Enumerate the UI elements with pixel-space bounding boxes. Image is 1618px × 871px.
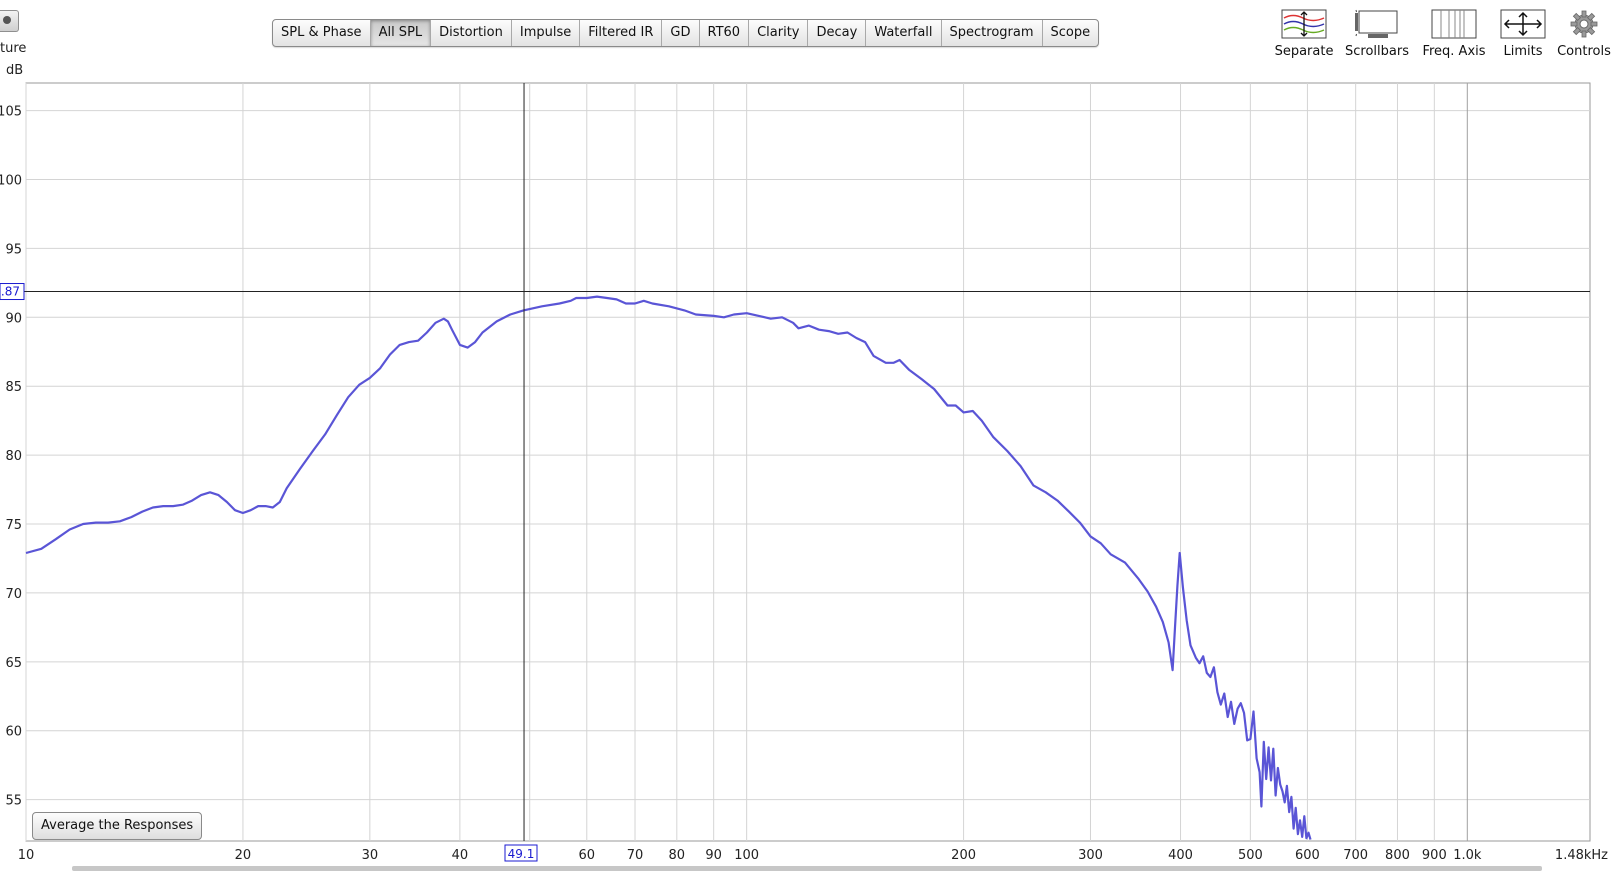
x-tick-label: 100: [734, 848, 759, 863]
y-tick-label: 95: [5, 242, 22, 257]
x-tick-label: 500: [1238, 848, 1263, 863]
x-tick-label: 900: [1422, 848, 1447, 863]
y-tick-label: 100: [0, 173, 22, 188]
y-tick-label: 85: [5, 380, 22, 395]
x-tick-label: 800: [1385, 848, 1410, 863]
x-tick-label: 30: [362, 848, 379, 863]
y-tick-label: 75: [5, 518, 22, 533]
y-tick-label: 60: [5, 725, 22, 740]
horizontal-scrollbar[interactable]: [72, 866, 1542, 871]
y-tick-label: 80: [5, 449, 22, 464]
y-tick-label: 90: [5, 311, 22, 326]
x-tick-label: 600: [1295, 848, 1320, 863]
y-tick-labels: 55 60 65 70 75 80 85 90 95 100 105: [0, 105, 22, 809]
x-tick-label: 40: [452, 848, 469, 863]
y-tick-label: 105: [0, 105, 22, 120]
average-responses-button[interactable]: Average the Responses: [32, 812, 203, 840]
x-tick-label: 300: [1078, 848, 1103, 863]
x-tick-label: 90: [705, 848, 722, 863]
cursor-x-readout: 49.1: [508, 847, 535, 861]
x-tick-label: 1.0k: [1453, 848, 1482, 863]
y-tick-label: 65: [5, 656, 22, 671]
y-tick-label: 70: [5, 587, 22, 602]
x-tick-label: 10: [18, 848, 35, 863]
x-tick-labels: 10 20 30 40 60 70 80 90 100 200 300 400 500 600 700 800…: [18, 848, 1608, 863]
x-tick-label: 20: [235, 848, 252, 863]
x-tick-label: 400: [1168, 848, 1193, 863]
x-tick-label: 70: [627, 848, 644, 863]
x-tick-label: 60: [579, 848, 596, 863]
y-tick-label: 55: [5, 794, 22, 809]
x-tick-label: 80: [669, 848, 686, 863]
x-axis-end-label: 1.48kHz: [1555, 848, 1608, 863]
cursor-y-readout: .87: [1, 285, 20, 299]
x-tick-label: 200: [951, 848, 976, 863]
x-tick-label: 700: [1343, 848, 1368, 863]
spl-chart[interactable]: 55 60 65 70 75 80 85 90 95 100 105 10 20 30 40 60 70 80 9…: [0, 0, 1618, 871]
